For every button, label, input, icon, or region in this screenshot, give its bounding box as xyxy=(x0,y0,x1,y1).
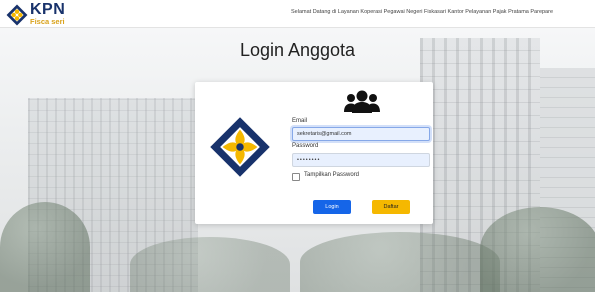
trees xyxy=(130,237,290,292)
email-input[interactable] xyxy=(292,127,430,141)
password-input[interactable] xyxy=(292,153,430,167)
register-button[interactable]: Daftar xyxy=(372,200,410,214)
show-password-checkbox[interactable] xyxy=(292,173,300,181)
show-password-label: Tampilkan Password xyxy=(304,172,360,178)
brand-logo-link[interactable]: KPN Fisca seri xyxy=(6,1,96,26)
kpn-logo-icon xyxy=(6,4,28,26)
top-navbar: KPN Fisca seri Selamat Datang di Layanan… xyxy=(0,0,595,28)
brand-subtitle: Fisca seri xyxy=(30,17,65,26)
login-button[interactable]: Login xyxy=(313,200,351,214)
trees xyxy=(0,202,90,292)
password-label: Password xyxy=(292,143,319,149)
kpn-diamond-logo-icon xyxy=(210,117,270,177)
login-card: Email Password Tampilkan Password Login … xyxy=(195,82,433,224)
page-title: Login Anggota xyxy=(239,40,356,60)
email-label: Email xyxy=(292,118,308,124)
welcome-text: Selamat Datang di Layanan Koperasi Pegaw… xyxy=(291,9,554,15)
users-group-icon xyxy=(344,90,380,113)
trees xyxy=(480,207,595,292)
trees xyxy=(300,232,500,292)
